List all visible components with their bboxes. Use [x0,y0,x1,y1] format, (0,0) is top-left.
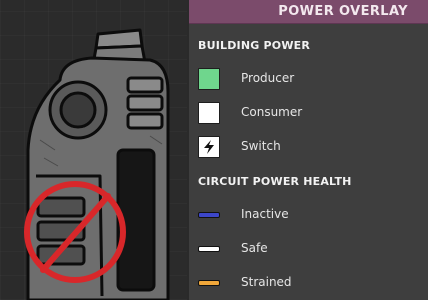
legend-item-inactive: Inactive [198,204,418,226]
power-overlay-legend: POWER OVERLAY BUILDING POWER Producer Co… [187,0,428,300]
section-title-circuit-power-health: CIRCUIT POWER HEALTH [198,175,352,188]
section-title-building-power: BUILDING POWER [198,39,311,52]
legend-label-inactive: Inactive [241,207,289,221]
safe-wire-swatch-icon [198,246,220,252]
inactive-wire-swatch-icon [198,212,220,218]
strained-wire-swatch-icon [198,280,220,286]
legend-item-switch: Switch [198,136,418,158]
producer-swatch-icon [198,68,220,90]
legend-label-strained: Strained [241,275,292,289]
consumer-swatch-icon [198,102,220,124]
legend-header: POWER OVERLAY [189,0,428,24]
switch-swatch [198,136,220,158]
legend-label-safe: Safe [241,241,268,255]
legend-label-switch: Switch [241,139,281,153]
legend-item-safe: Safe [198,238,418,260]
no-power-icon [24,181,126,283]
legend-label-producer: Producer [241,71,295,85]
game-world-view[interactable] [0,0,190,300]
lightning-bolt-icon [204,140,214,154]
legend-item-producer: Producer [198,68,418,90]
legend-label-consumer: Consumer [241,105,303,119]
legend-item-strained: Strained [198,272,418,294]
legend-item-consumer: Consumer [198,102,418,124]
legend-title: POWER OVERLAY [278,4,408,19]
